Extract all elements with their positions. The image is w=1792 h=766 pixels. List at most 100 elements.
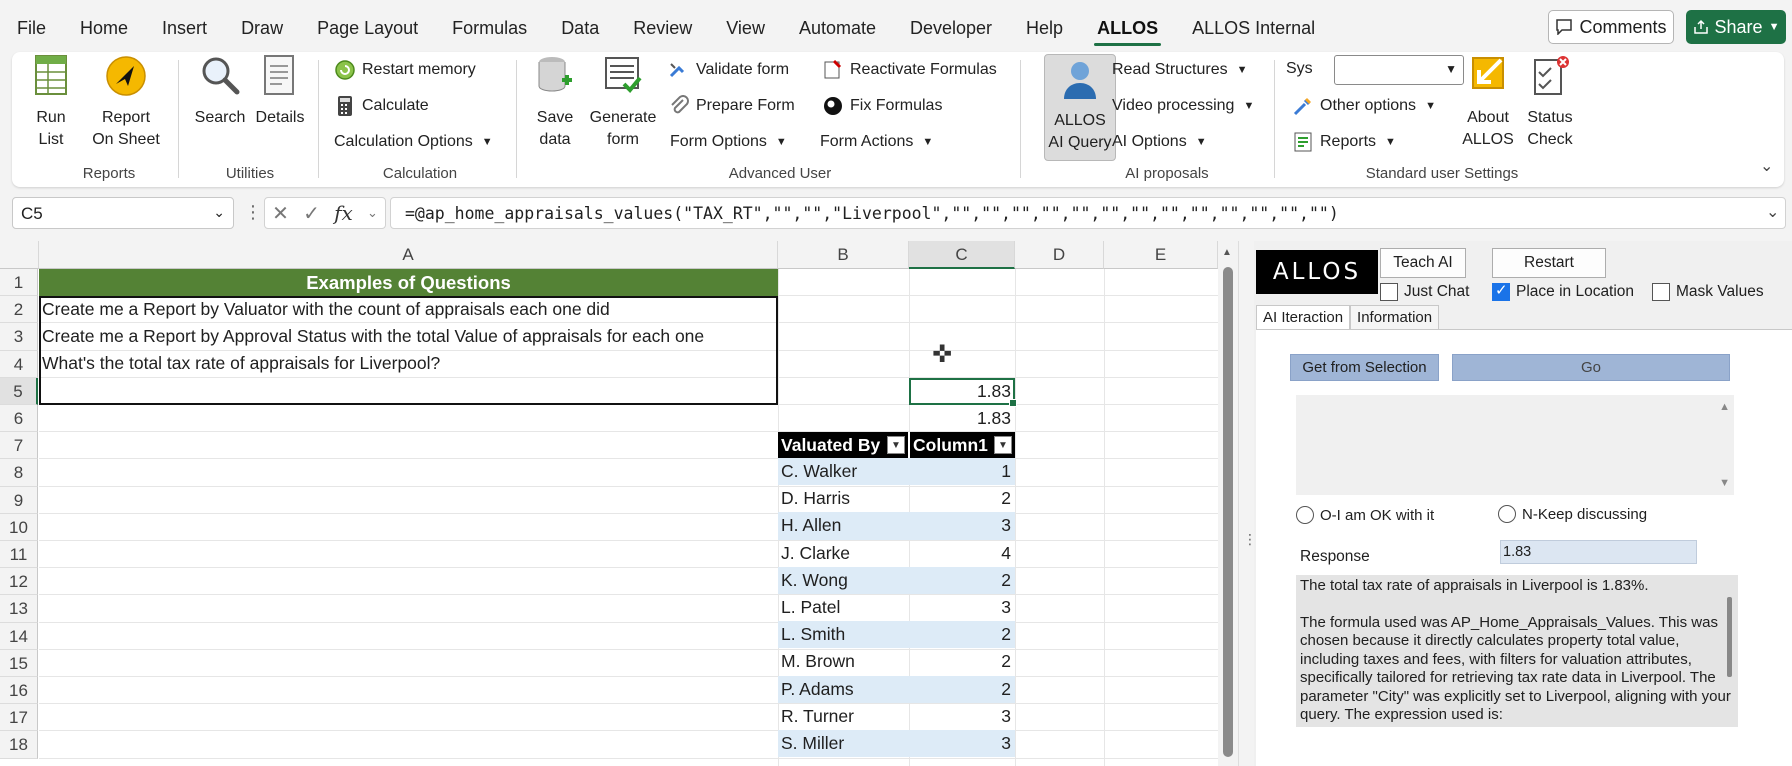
scrollbar-thumb[interactable]: [1727, 597, 1732, 677]
tab-automate[interactable]: Automate: [782, 0, 893, 52]
row-header[interactable]: 11: [0, 541, 38, 569]
generate-form-button[interactable]: Generate form: [588, 54, 658, 151]
cancel-icon[interactable]: ✕: [272, 201, 289, 226]
row-header[interactable]: 13: [0, 595, 38, 623]
row-header[interactable]: 3: [0, 323, 38, 351]
status-check-button[interactable]: Status Check: [1522, 54, 1578, 151]
question-cell[interactable]: Create me a Report by Approval Status wi…: [42, 323, 704, 350]
get-from-selection-button[interactable]: Get from Selection: [1290, 354, 1439, 381]
tab-information[interactable]: Information: [1350, 305, 1440, 329]
tab-data[interactable]: Data: [544, 0, 616, 52]
tab-file[interactable]: File: [0, 0, 63, 52]
restart-button[interactable]: Restart: [1492, 248, 1606, 278]
row-header[interactable]: 12: [0, 568, 38, 596]
answer-text-area[interactable]: The total tax rate of appraisals in Live…: [1296, 575, 1738, 727]
tab-draw[interactable]: Draw: [224, 0, 300, 52]
worksheet-grid[interactable]: A B C D E 1 2 3 4 5 6 7 8 9 10 11 12 13 14 15 16 17 18 Ex…: [0, 241, 1218, 766]
save-data-button[interactable]: Save data: [530, 54, 580, 151]
column-header-d[interactable]: D: [1015, 241, 1104, 269]
other-options-dropdown[interactable]: Other options ▼: [1292, 94, 1436, 118]
column-header-b[interactable]: B: [778, 241, 909, 269]
question-cell[interactable]: Create me a Report by Valuator with the …: [42, 296, 610, 323]
table-header-valuated-by[interactable]: Valuated By ▼: [778, 432, 908, 458]
fix-formulas-button[interactable]: Fix Formulas: [822, 94, 942, 118]
validate-form-button[interactable]: Validate form: [668, 58, 789, 82]
allos-ai-query-button[interactable]: ALLOS AI Query: [1044, 54, 1116, 161]
keep-discussing-radio[interactable]: N-Keep discussing: [1498, 505, 1647, 523]
collapse-ribbon-icon[interactable]: ⌄: [1760, 156, 1773, 176]
tab-allos[interactable]: ALLOS: [1080, 0, 1175, 52]
check-icon[interactable]: ✓: [303, 201, 320, 226]
filter-dropdown-icon[interactable]: ▼: [994, 436, 1012, 454]
filter-dropdown-icon[interactable]: ▼: [887, 436, 905, 454]
reactivate-formulas-button[interactable]: Reactivate Formulas: [822, 58, 997, 82]
column-header-e[interactable]: E: [1104, 241, 1218, 269]
tab-formulas[interactable]: Formulas: [435, 0, 544, 52]
teach-ai-button[interactable]: Teach AI: [1380, 248, 1466, 278]
response-field[interactable]: 1.83: [1500, 540, 1697, 564]
video-processing-dropdown[interactable]: Video processing ▼: [1112, 94, 1254, 118]
row-header[interactable]: 15: [0, 649, 38, 677]
scrollbar-thumb[interactable]: [1223, 267, 1233, 757]
column-header-a[interactable]: A: [39, 241, 778, 269]
select-all-corner[interactable]: [0, 241, 39, 269]
table-row[interactable]: C. Walker 1: [778, 458, 1015, 486]
ai-options-dropdown[interactable]: AI Options ▼: [1112, 130, 1207, 154]
table-row[interactable]: D. Harris 2: [778, 485, 1015, 512]
place-in-location-checkbox[interactable]: Place in Location: [1492, 281, 1634, 301]
row-header[interactable]: 9: [0, 486, 38, 514]
read-structures-dropdown[interactable]: Read Structures ▼: [1112, 58, 1248, 82]
question-cell[interactable]: What's the total tax rate of appraisals …: [42, 350, 440, 377]
tab-allos-internal[interactable]: ALLOS Internal: [1175, 0, 1332, 52]
row-header[interactable]: 16: [0, 677, 38, 705]
scroll-up-icon[interactable]: ▲: [1222, 247, 1232, 258]
mask-values-checkbox[interactable]: Mask Values: [1652, 283, 1764, 301]
tab-page-layout[interactable]: Page Layout: [300, 0, 435, 52]
run-list-button[interactable]: Run List: [30, 54, 72, 151]
calculate-button[interactable]: Calculate: [334, 94, 429, 118]
about-allos-button[interactable]: About ALLOS: [1460, 54, 1516, 151]
insert-function-button[interactable]: fx: [334, 201, 353, 225]
table-header-column1[interactable]: Column1 ▼: [909, 432, 1015, 458]
more-options-icon[interactable]: ⋮: [244, 202, 262, 223]
report-on-sheet-button[interactable]: Report On Sheet: [88, 54, 164, 151]
sys-dropdown[interactable]: ▼: [1334, 55, 1464, 85]
tab-ai-iteraction[interactable]: AI Iteraction: [1256, 305, 1351, 329]
form-options-dropdown[interactable]: Form Options ▼: [670, 130, 787, 154]
share-button[interactable]: Share ▼: [1686, 10, 1786, 44]
row-header[interactable]: 10: [0, 513, 38, 541]
tab-developer[interactable]: Developer: [893, 0, 1009, 52]
expand-formula-bar-icon[interactable]: ⌄: [1766, 202, 1779, 222]
row-header[interactable]: 18: [0, 731, 38, 759]
row-header[interactable]: 2: [0, 296, 38, 324]
tab-home[interactable]: Home: [63, 0, 145, 52]
table-row[interactable]: J. Clarke 4: [778, 540, 1015, 567]
scroll-up-icon[interactable]: ▲: [1719, 401, 1730, 413]
restart-memory-button[interactable]: Restart memory: [334, 58, 476, 82]
reports-dropdown[interactable]: Reports ▼: [1292, 130, 1396, 154]
table-row[interactable]: P. Adams 2: [778, 675, 1015, 703]
pane-splitter[interactable]: ⋮: [1238, 241, 1257, 766]
row-header[interactable]: 17: [0, 704, 38, 732]
tab-insert[interactable]: Insert: [145, 0, 224, 52]
go-button[interactable]: Go: [1452, 354, 1730, 381]
row-header[interactable]: 1: [0, 269, 38, 297]
table-row[interactable]: K. Wong 2: [778, 566, 1015, 594]
examples-title-cell[interactable]: Examples of Questions: [39, 269, 778, 296]
table-row[interactable]: L. Smith 2: [778, 621, 1015, 649]
row-header[interactable]: 5: [0, 377, 38, 405]
tab-help[interactable]: Help: [1009, 0, 1080, 52]
just-chat-checkbox[interactable]: Just Chat: [1380, 283, 1469, 301]
name-box[interactable]: C5 ⌄: [12, 197, 234, 229]
chevron-down-icon[interactable]: ⌄: [367, 205, 378, 221]
table-row[interactable]: L. Patel 3: [778, 594, 1015, 621]
sheet-vertical-scrollbar[interactable]: ▲: [1218, 241, 1238, 766]
search-button[interactable]: Search: [192, 54, 248, 129]
prepare-form-button[interactable]: Prepare Form: [668, 94, 795, 118]
row-header[interactable]: 6: [0, 405, 38, 433]
details-button[interactable]: Details: [252, 54, 308, 129]
formula-input[interactable]: =@ap_home_appraisals_values("TAX_RT","",…: [390, 197, 1786, 229]
table-row[interactable]: R. Turner 3: [778, 703, 1015, 730]
column-header-c[interactable]: C: [909, 241, 1015, 269]
form-actions-dropdown[interactable]: Form Actions ▼: [820, 130, 933, 154]
